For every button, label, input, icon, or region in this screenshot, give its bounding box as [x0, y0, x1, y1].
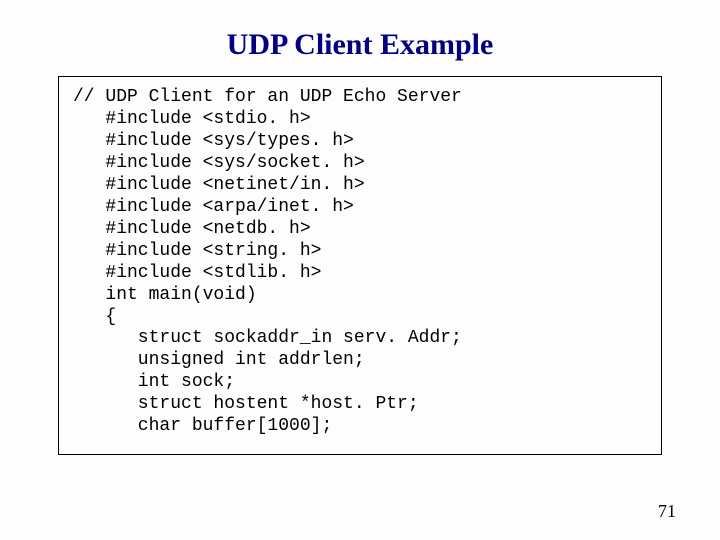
code-line: #include <string. h> — [73, 241, 647, 263]
code-line: { — [73, 307, 647, 329]
code-line: struct sockaddr_in serv. Addr; — [73, 328, 647, 350]
code-line: int sock; — [73, 372, 647, 394]
code-line: unsigned int addrlen; — [73, 350, 647, 372]
code-line: int main(void) — [73, 285, 647, 307]
code-line: struct hostent *host. Ptr; — [73, 394, 647, 416]
code-line: #include <stdio. h> — [73, 109, 647, 131]
code-line: // UDP Client for an UDP Echo Server — [73, 87, 647, 109]
code-line: char buffer[1000]; — [73, 416, 647, 438]
slide-title: UDP Client Example — [0, 28, 720, 62]
code-box: // UDP Client for an UDP Echo Server #in… — [58, 76, 662, 455]
slide: UDP Client Example // UDP Client for an … — [0, 0, 720, 540]
code-line: #include <stdlib. h> — [73, 263, 647, 285]
code-line: #include <netinet/in. h> — [73, 175, 647, 197]
page-number: 71 — [658, 501, 676, 522]
code-line: #include <sys/types. h> — [73, 131, 647, 153]
code-line: #include <arpa/inet. h> — [73, 197, 647, 219]
code-line: #include <sys/socket. h> — [73, 153, 647, 175]
code-line: #include <netdb. h> — [73, 219, 647, 241]
